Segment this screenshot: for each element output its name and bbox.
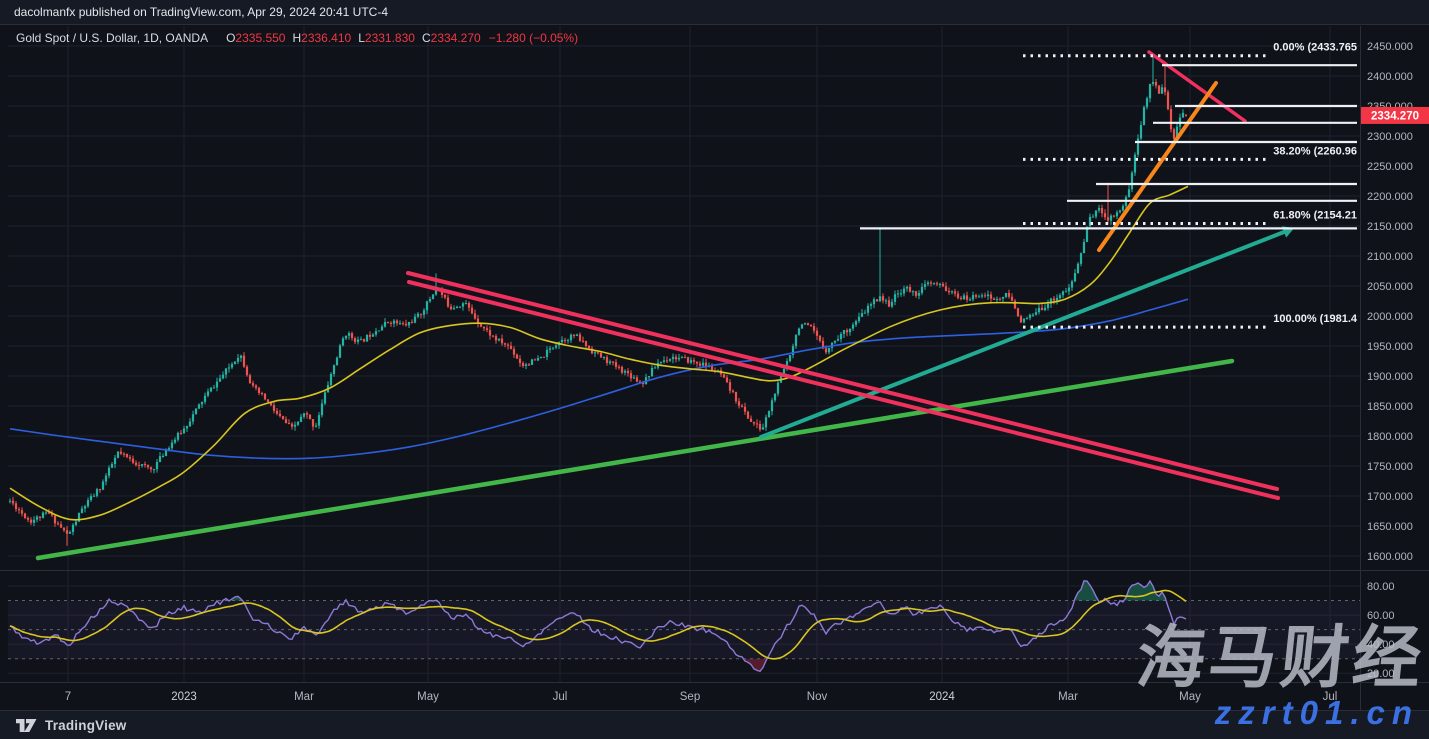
price-axis-label: 1900.000	[1367, 371, 1413, 383]
ma-blue-line	[10, 299, 1188, 458]
footer-bar: TradingView	[0, 710, 1429, 739]
time-axis[interactable]: 7 2023 Mar May Jul Sep Nov 2024 Mar May Jul	[65, 691, 1338, 703]
time-axis-label: May	[1179, 691, 1201, 703]
rsi-axis-label: 40.00	[1367, 639, 1395, 651]
time-axis-label: 2023	[171, 691, 197, 703]
price-axis-label: 2400.000	[1367, 71, 1413, 83]
time-axis-label: Mar	[294, 691, 314, 703]
fib-label-38.2: 38.20% (2260.96	[1273, 145, 1357, 157]
close-value: 2334.270	[431, 31, 481, 45]
price-axis-label: 2050.000	[1367, 281, 1413, 293]
time-axis-label: Jul	[553, 691, 568, 703]
attribution-text: dacolmanfx published on TradingView.com,…	[14, 5, 388, 19]
price-axis-label: 2450.000	[1367, 41, 1413, 53]
tradingview-wordmark[interactable]: TradingView	[45, 718, 126, 733]
price-axis-label: 1950.000	[1367, 341, 1413, 353]
attribution-bar: dacolmanfx published on TradingView.com,…	[0, 0, 1429, 25]
rsi-axis-label: 60.00	[1367, 610, 1395, 622]
time-axis-label: Sep	[680, 691, 700, 703]
trendline-channel-pink-upper[interactable]	[408, 273, 1277, 489]
change-value: −1.280 (−0.05%)	[489, 31, 578, 45]
high-label: H	[292, 31, 301, 45]
fib-label-100: 100.00% (1981.4	[1273, 313, 1358, 325]
fib-label-0: 0.00% (2433.765	[1273, 42, 1357, 54]
drawings[interactable]	[38, 52, 1294, 558]
time-axis-label: 7	[65, 691, 71, 703]
price-axis-label: 1650.000	[1367, 521, 1413, 533]
time-axis-label: May	[417, 691, 439, 703]
price-axis-label: 2250.000	[1367, 161, 1413, 173]
high-value: 2336.410	[301, 31, 351, 45]
price-axis-label: 2200.000	[1367, 191, 1413, 203]
price-axis-label: 1600.000	[1367, 551, 1413, 563]
time-axis-label: Jul	[1323, 691, 1338, 703]
price-axis-label: 1850.000	[1367, 401, 1413, 413]
time-axis-label: Mar	[1058, 691, 1078, 703]
tradingview-logo-icon[interactable]	[16, 717, 37, 733]
rsi-axis-label: 80.00	[1367, 581, 1395, 593]
candles	[9, 56, 1187, 546]
time-axis-label: Nov	[807, 691, 828, 703]
main-chart-svg[interactable]: 0.00% (2433.765 38.20% (2260.96 61.80% (21…	[0, 0, 1429, 739]
time-axis-label: 2024	[929, 691, 955, 703]
tradingview-published-chart: 0.00% (2433.765 38.20% (2260.96 61.80% (21…	[0, 0, 1429, 739]
low-label: L	[358, 31, 365, 45]
price-axis-label: 2150.000	[1367, 221, 1413, 233]
fib-label-61.8: 61.80% (2154.21	[1273, 209, 1357, 221]
price-axis-label: 2300.000	[1367, 131, 1413, 143]
rsi-pane	[8, 581, 1360, 671]
rsi-axis-label: 20.00	[1367, 668, 1395, 680]
price-axis-label: 2000.000	[1367, 311, 1413, 323]
price-axis[interactable]: 2450.0002400.0002350.0002300.0002250.000…	[1361, 41, 1429, 680]
price-axis-label: 1700.000	[1367, 491, 1413, 503]
low-value: 2331.830	[365, 31, 415, 45]
open-value: 2335.550	[235, 31, 285, 45]
open-label: O	[226, 31, 235, 45]
price-axis-label: 1750.000	[1367, 461, 1413, 473]
price-axis-label: 2100.000	[1367, 251, 1413, 263]
grid	[8, 26, 1360, 682]
price-axis-label: 1800.000	[1367, 431, 1413, 443]
last-price-value: 2334.270	[1371, 110, 1419, 122]
close-label: C	[422, 31, 431, 45]
symbol-legend[interactable]: Gold Spot / U.S. Dollar, 1D, OANDA O2335.…	[16, 31, 578, 45]
symbol-title: Gold Spot / U.S. Dollar, 1D, OANDA	[16, 31, 208, 45]
